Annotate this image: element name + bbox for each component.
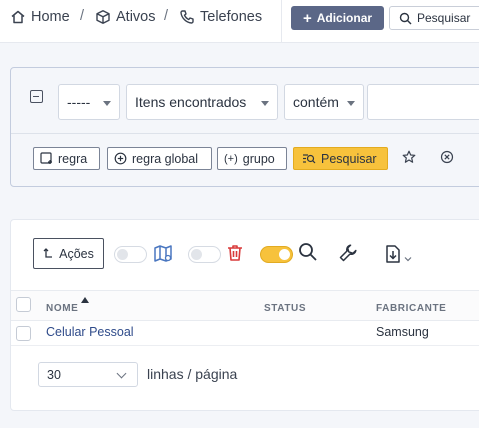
chevron-down-icon[interactable] <box>404 250 412 262</box>
scope-select-value: Itens encontrados <box>135 94 247 110</box>
column-header-nome[interactable]: NOME <box>46 303 78 314</box>
chevron-down-icon <box>116 368 127 379</box>
export-file-icon[interactable] <box>383 244 403 264</box>
row-manufacturer: Samsung <box>376 325 429 339</box>
add-global-rule-button[interactable]: regra global <box>107 147 212 170</box>
field-select[interactable]: ----- <box>58 84 120 120</box>
field-select-value: ----- <box>67 94 91 110</box>
plus-circle-icon <box>114 152 127 165</box>
value-input[interactable] <box>367 84 479 120</box>
actions-button-label: Ações <box>59 246 94 261</box>
rows-per-page-value: 30 <box>47 367 61 382</box>
breadcrumb-separator: / <box>164 8 169 24</box>
rows-per-page-label: linhas / página <box>147 366 238 382</box>
caret-down-icon <box>347 101 355 106</box>
trash-toggle[interactable] <box>188 246 221 263</box>
add-rule-icon <box>40 152 53 165</box>
add-button-label: Adicionar <box>316 11 373 25</box>
sort-asc-icon <box>81 297 89 303</box>
star-icon[interactable] <box>402 150 416 164</box>
close-circle-icon[interactable] <box>440 150 454 164</box>
column-header-fabricante[interactable]: FABRICANTE <box>376 303 446 314</box>
breadcrumb-telefones-label: Telefones <box>200 9 263 25</box>
row-checkbox[interactable] <box>16 326 31 341</box>
table-header: NOME STATUS FABRICANTE <box>11 290 479 321</box>
search-submit-label: Pesquisar <box>321 151 377 166</box>
results-panel: Ações NOME STATUS FABRICANTE Celular Pes… <box>10 219 479 411</box>
breadcrumb-separator: / <box>80 8 85 24</box>
breadcrumb-home-label: Home <box>31 9 70 25</box>
breadcrumb-ativos[interactable]: Ativos <box>95 9 156 25</box>
table-row: Celular Pessoal Samsung <box>11 321 479 346</box>
add-rule-button[interactable]: regra <box>33 147 100 170</box>
plus-icon: + <box>302 9 312 27</box>
top-bar: Home / Ativos / Telefones + Adicionar Pe… <box>0 0 479 43</box>
trash-icon <box>225 243 245 263</box>
filter-search-icon <box>302 152 316 165</box>
search-button-label: Pesquisar <box>417 11 471 25</box>
column-header-status[interactable]: STATUS <box>264 303 306 314</box>
search-button[interactable]: Pesquisar <box>389 6 479 30</box>
collapse-icon[interactable] <box>30 90 43 103</box>
divider <box>281 0 282 43</box>
breadcrumb-ativos-label: Ativos <box>116 9 156 25</box>
toggle-knob <box>279 249 290 260</box>
add-global-rule-label: regra global <box>132 151 199 166</box>
rows-per-page-select[interactable]: 30 <box>38 362 138 387</box>
breadcrumb-telefones[interactable]: Telefones <box>179 9 262 25</box>
map-icon <box>153 244 173 264</box>
display-toggle[interactable] <box>260 246 293 263</box>
home-icon <box>10 9 26 25</box>
search-submit-button[interactable]: Pesquisar <box>293 147 388 170</box>
braces-icon: (+) <box>224 152 238 165</box>
divider <box>11 133 479 134</box>
add-group-button[interactable]: (+) grupo <box>217 147 287 170</box>
search-icon[interactable] <box>298 242 318 262</box>
box-icon <box>95 9 111 25</box>
caret-down-icon <box>261 101 269 106</box>
search-icon <box>399 12 412 25</box>
operator-select-value: contém <box>293 94 339 110</box>
row-name-link[interactable]: Celular Pessoal <box>46 325 134 339</box>
add-group-label: grupo <box>242 151 275 166</box>
operator-select[interactable]: contém <box>284 84 364 120</box>
toggle-knob <box>191 249 202 260</box>
add-rule-label: regra <box>58 151 88 166</box>
corner-arrow-icon <box>43 248 53 259</box>
phone-icon <box>179 9 195 25</box>
search-criteria-panel: ----- Itens encontrados contém regra reg… <box>10 67 479 187</box>
breadcrumb-home[interactable]: Home <box>10 9 70 25</box>
add-button[interactable]: + Adicionar <box>291 6 384 30</box>
actions-button[interactable]: Ações <box>33 238 104 269</box>
caret-down-icon <box>103 101 111 106</box>
scope-select[interactable]: Itens encontrados <box>126 84 278 120</box>
select-all-checkbox[interactable] <box>16 297 31 312</box>
wrench-icon[interactable] <box>338 243 358 263</box>
toggle-knob <box>117 249 128 260</box>
map-toggle[interactable] <box>114 246 147 263</box>
